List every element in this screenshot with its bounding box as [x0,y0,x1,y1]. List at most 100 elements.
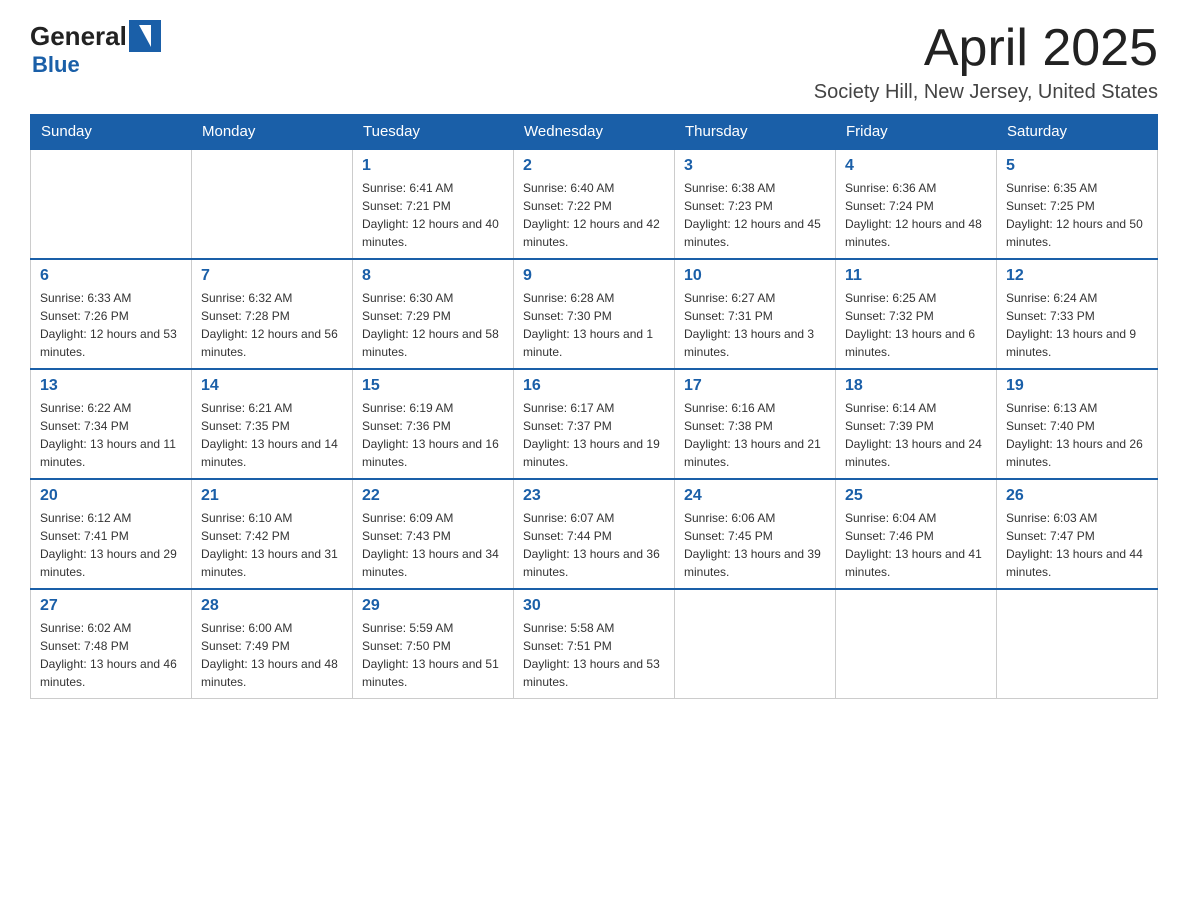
month-title: April 2025 [814,20,1158,77]
day-info: Sunrise: 6:36 AMSunset: 7:24 PMDaylight:… [845,179,987,251]
calendar-cell: 11 Sunrise: 6:25 AMSunset: 7:32 PMDayligh… [836,259,997,369]
day-number: 24 [684,487,826,505]
day-number: 14 [201,377,343,395]
calendar-cell [997,589,1158,699]
calendar-cell: 16 Sunrise: 6:17 AMSunset: 7:37 PMDayligh… [514,369,675,479]
calendar-cell: 28 Sunrise: 6:00 AMSunset: 7:49 PMDayligh… [192,589,353,699]
day-header-tuesday: Tuesday [353,115,514,150]
day-info: Sunrise: 6:25 AMSunset: 7:32 PMDaylight:… [845,289,987,361]
calendar-week-row: 13 Sunrise: 6:22 AMSunset: 7:34 PMDayligh… [31,369,1158,479]
calendar-cell: 30 Sunrise: 5:58 AMSunset: 7:51 PMDayligh… [514,589,675,699]
day-info: Sunrise: 6:22 AMSunset: 7:34 PMDaylight:… [40,399,182,471]
calendar-cell: 24 Sunrise: 6:06 AMSunset: 7:45 PMDayligh… [675,479,836,589]
day-number: 22 [362,487,504,505]
day-number: 19 [1006,377,1148,395]
calendar-cell: 25Sunrise: 6:04 AMSunset: 7:46 PMDayligh… [836,479,997,589]
day-number: 6 [40,267,182,285]
day-header-wednesday: Wednesday [514,115,675,150]
day-number: 17 [684,377,826,395]
logo: General Blue [30,20,161,78]
day-number: 21 [201,487,343,505]
logo-icon-box [129,20,161,52]
day-info: Sunrise: 6:03 AMSunset: 7:47 PMDaylight:… [1006,509,1148,581]
day-info: Sunrise: 6:13 AMSunset: 7:40 PMDaylight:… [1006,399,1148,471]
day-info: Sunrise: 6:07 AMSunset: 7:44 PMDaylight:… [523,509,665,581]
day-info: Sunrise: 6:28 AMSunset: 7:30 PMDaylight:… [523,289,665,361]
day-info: Sunrise: 6:16 AMSunset: 7:38 PMDaylight:… [684,399,826,471]
day-info: Sunrise: 6:19 AMSunset: 7:36 PMDaylight:… [362,399,504,471]
calendar-cell: 9 Sunrise: 6:28 AMSunset: 7:30 PMDaylight… [514,259,675,369]
day-info: Sunrise: 6:06 AMSunset: 7:45 PMDaylight:… [684,509,826,581]
day-number: 18 [845,377,987,395]
day-number: 13 [40,377,182,395]
calendar-cell: 7Sunrise: 6:32 AMSunset: 7:28 PMDaylight… [192,259,353,369]
day-number: 30 [523,597,665,615]
calendar-cell: 19 Sunrise: 6:13 AMSunset: 7:40 PMDayligh… [997,369,1158,479]
calendar-week-row: 1Sunrise: 6:41 AMSunset: 7:21 PMDaylight… [31,149,1158,259]
day-number: 8 [362,267,504,285]
day-info: Sunrise: 6:00 AMSunset: 7:49 PMDaylight:… [201,619,343,691]
calendar-cell: 2 Sunrise: 6:40 AMSunset: 7:22 PMDaylight… [514,149,675,259]
day-info: Sunrise: 6:38 AMSunset: 7:23 PMDaylight:… [684,179,826,251]
day-number: 11 [845,267,987,285]
day-number: 28 [201,597,343,615]
day-header-sunday: Sunday [31,115,192,150]
logo-general-text: General [30,21,127,52]
calendar-week-row: 6 Sunrise: 6:33 AMSunset: 7:26 PMDaylight… [31,259,1158,369]
logo-blue-text: Blue [30,52,80,78]
day-info: Sunrise: 6:09 AMSunset: 7:43 PMDaylight:… [362,509,504,581]
day-number: 25 [845,487,987,505]
day-info: Sunrise: 6:32 AMSunset: 7:28 PMDaylight:… [201,289,343,361]
calendar-cell: 27 Sunrise: 6:02 AMSunset: 7:48 PMDayligh… [31,589,192,699]
day-header-thursday: Thursday [675,115,836,150]
day-info: Sunrise: 6:40 AMSunset: 7:22 PMDaylight:… [523,179,665,251]
day-info: Sunrise: 6:33 AMSunset: 7:26 PMDaylight:… [40,289,182,361]
calendar-cell [31,149,192,259]
day-info: Sunrise: 6:35 AMSunset: 7:25 PMDaylight:… [1006,179,1148,251]
calendar-cell [836,589,997,699]
day-info: Sunrise: 6:21 AMSunset: 7:35 PMDaylight:… [201,399,343,471]
day-info: Sunrise: 6:24 AMSunset: 7:33 PMDaylight:… [1006,289,1148,361]
logo-triangle-icon [139,25,151,47]
calendar-cell: 17 Sunrise: 6:16 AMSunset: 7:38 PMDayligh… [675,369,836,479]
calendar-cell: 26 Sunrise: 6:03 AMSunset: 7:47 PMDayligh… [997,479,1158,589]
calendar-cell: 8Sunrise: 6:30 AMSunset: 7:29 PMDaylight… [353,259,514,369]
day-number: 5 [1006,157,1148,175]
calendar-cell: 29Sunrise: 5:59 AMSunset: 7:50 PMDayligh… [353,589,514,699]
day-number: 16 [523,377,665,395]
calendar-cell: 13 Sunrise: 6:22 AMSunset: 7:34 PMDayligh… [31,369,192,479]
day-info: Sunrise: 6:17 AMSunset: 7:37 PMDaylight:… [523,399,665,471]
day-number: 23 [523,487,665,505]
day-number: 20 [40,487,182,505]
day-number: 9 [523,267,665,285]
calendar-table: SundayMondayTuesdayWednesdayThursdayFrid… [30,114,1158,699]
day-number: 10 [684,267,826,285]
day-number: 27 [40,597,182,615]
day-info: Sunrise: 5:58 AMSunset: 7:51 PMDaylight:… [523,619,665,691]
day-info: Sunrise: 6:14 AMSunset: 7:39 PMDaylight:… [845,399,987,471]
calendar-cell: 21 Sunrise: 6:10 AMSunset: 7:42 PMDayligh… [192,479,353,589]
day-header-friday: Friday [836,115,997,150]
calendar-week-row: 20Sunrise: 6:12 AMSunset: 7:41 PMDayligh… [31,479,1158,589]
calendar-cell [675,589,836,699]
day-info: Sunrise: 6:27 AMSunset: 7:31 PMDaylight:… [684,289,826,361]
calendar-cell: 12Sunrise: 6:24 AMSunset: 7:33 PMDayligh… [997,259,1158,369]
calendar-week-row: 27 Sunrise: 6:02 AMSunset: 7:48 PMDayligh… [31,589,1158,699]
calendar-cell: 22 Sunrise: 6:09 AMSunset: 7:43 PMDayligh… [353,479,514,589]
day-number: 1 [362,157,504,175]
day-info: Sunrise: 6:02 AMSunset: 7:48 PMDaylight:… [40,619,182,691]
calendar-cell: 20Sunrise: 6:12 AMSunset: 7:41 PMDayligh… [31,479,192,589]
calendar-cell: 3Sunrise: 6:38 AMSunset: 7:23 PMDaylight… [675,149,836,259]
calendar-cell [192,149,353,259]
calendar-cell: 4Sunrise: 6:36 AMSunset: 7:24 PMDaylight… [836,149,997,259]
day-number: 2 [523,157,665,175]
location-title: Society Hill, New Jersey, United States [814,81,1158,104]
day-number: 29 [362,597,504,615]
day-info: Sunrise: 6:10 AMSunset: 7:42 PMDaylight:… [201,509,343,581]
day-header-saturday: Saturday [997,115,1158,150]
calendar-header-row: SundayMondayTuesdayWednesdayThursdayFrid… [31,115,1158,150]
calendar-cell: 23 Sunrise: 6:07 AMSunset: 7:44 PMDayligh… [514,479,675,589]
calendar-cell: 1Sunrise: 6:41 AMSunset: 7:21 PMDaylight… [353,149,514,259]
calendar-cell: 6 Sunrise: 6:33 AMSunset: 7:26 PMDaylight… [31,259,192,369]
day-number: 26 [1006,487,1148,505]
